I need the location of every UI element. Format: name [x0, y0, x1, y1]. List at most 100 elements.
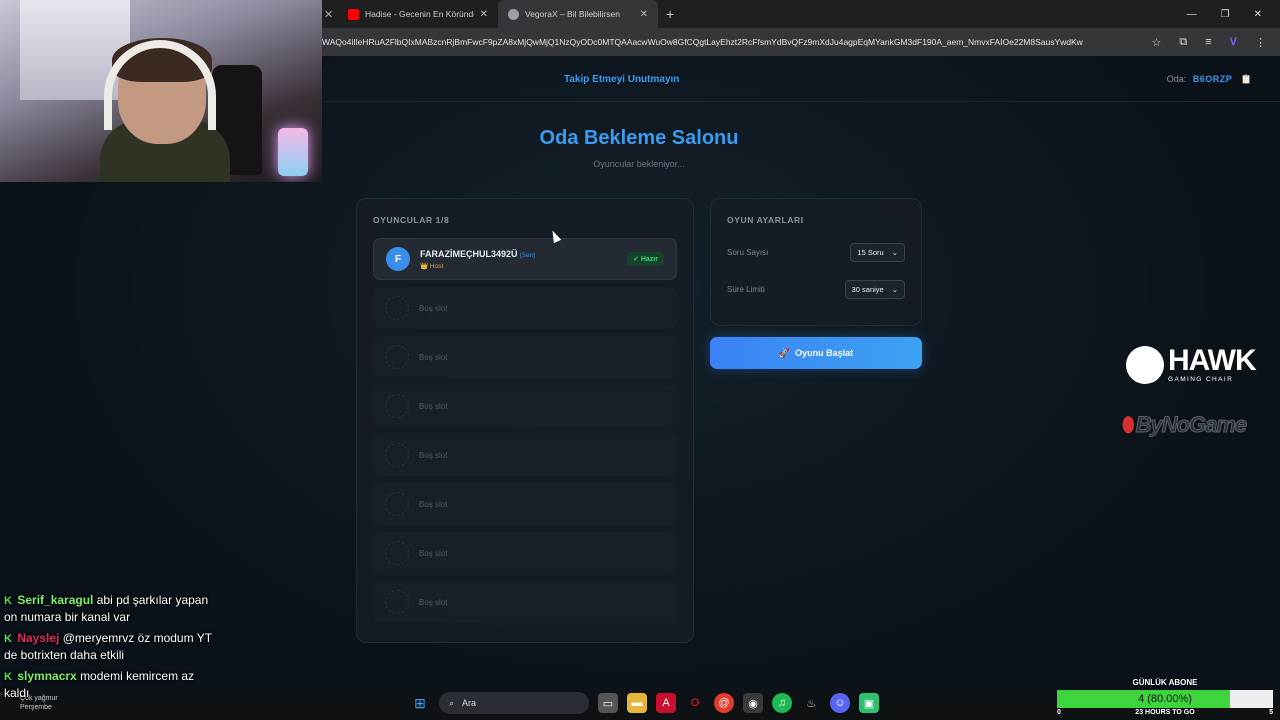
empty-slot-label: Boş slot — [419, 450, 448, 460]
sub-goal-countdown: 23 HOURS TO GO — [1135, 709, 1195, 716]
players-panel: OYUNCULAR 1/8 F FARAZİMEÇHUL3492Ü (Sen) 👑… — [356, 198, 694, 643]
globe-icon — [508, 8, 519, 20]
empty-slot: Boş slot — [373, 581, 677, 623]
adobe-icon[interactable]: A — [656, 693, 676, 713]
room-label: Oda: — [1166, 74, 1187, 84]
empty-slot-label: Boş slot — [419, 303, 448, 313]
page-subtitle: Oyuncular bekleniyor... — [593, 159, 685, 169]
taskbar-search-label: Ara — [462, 698, 477, 708]
time-limit-value: 30 saniye — [851, 285, 884, 294]
url-input[interactable]: WAQo4iIleHRuA2FlbQIxMABzcnRjBmFwcF9pZA8x… — [322, 37, 1142, 47]
tab-hadise[interactable]: Hadise - Gecenin En Köründe ( ✕ — [338, 0, 498, 28]
chevron-down-icon: ⌄ — [891, 248, 898, 257]
profile-icon[interactable]: V — [1230, 36, 1237, 49]
close-icon[interactable]: ✕ — [324, 8, 338, 21]
clipboard-icon[interactable]: 📋 — [1241, 74, 1252, 84]
app-icon[interactable]: @ — [714, 693, 734, 713]
close-icon[interactable]: ✕ — [640, 9, 648, 20]
restore-icon[interactable]: ❐ — [1221, 9, 1230, 20]
hawk-logo: HAWK GAMING CHAIR — [1126, 344, 1257, 384]
player-name: FARAZİMEÇHUL3492Ü — [420, 248, 518, 259]
stream-chat: K Serif_karagul abi pd şarkılar yapan on… — [4, 592, 216, 706]
media-icon[interactable]: ≡ — [1205, 36, 1211, 49]
bynogame-icon: ⬮ — [1122, 413, 1135, 436]
empty-slot: Boş slot — [373, 287, 677, 329]
room-code: B6ORZP — [1192, 74, 1233, 84]
spotify-icon[interactable]: ♫ — [772, 693, 792, 713]
sub-goal-bar: 4 (80.00%) — [1057, 690, 1273, 708]
empty-slot: Boş slot — [373, 336, 677, 378]
player-info: FARAZİMEÇHUL3492Ü (Sen) 👑 Host — [420, 249, 627, 270]
host-badge: 👑 Host — [420, 262, 444, 270]
room-info: Oda: B6ORZP 📋 — [1167, 74, 1252, 85]
start-game-label: Oyunu Başlat — [795, 348, 854, 358]
time-limit-select[interactable]: 30 saniye ⌄ — [844, 280, 905, 299]
hawk-text: HAWK GAMING CHAIR — [1168, 344, 1257, 384]
chrome-icon[interactable]: ◉ — [743, 693, 763, 713]
window-controls: — ❐ ✕ — [1187, 9, 1280, 20]
empty-avatar — [385, 443, 409, 467]
star-icon[interactable]: ☆ — [1152, 36, 1162, 49]
search-icon: ⌕ — [449, 697, 455, 708]
browser-tabbar: ✕ Hadise - Gecenin En Köründe ( ✕ Vegora… — [322, 0, 1280, 28]
hawk-name: HAWK — [1168, 344, 1257, 377]
time-limit-label: Süre Limiti — [727, 285, 765, 294]
tab-vegorax[interactable]: VegoraX – Bil Bilebilirsen ✕ — [498, 0, 658, 28]
windows-start-icon[interactable]: ⊞ — [410, 693, 430, 713]
kick-icon: K — [4, 671, 12, 683]
tab-title: Hadise - Gecenin En Köründe ( — [365, 9, 474, 19]
site-header: Takip Etmeyi Unutmayın Oda: B6ORZP 📋 — [322, 56, 1280, 102]
start-game-button[interactable]: 🚀 Oyunu Başlat — [710, 337, 922, 369]
players-title: OYUNCULAR 1/8 — [373, 215, 450, 225]
ready-badge: ✓ Hazır — [627, 252, 664, 266]
youtube-icon — [348, 8, 359, 20]
time-limit-row: Süre Limiti 30 saniye ⌄ — [727, 280, 905, 299]
bynogame-text: ByNoGame — [1135, 412, 1248, 438]
avatar: F — [386, 247, 410, 271]
empty-avatar — [385, 492, 409, 516]
new-tab-button[interactable]: + — [658, 6, 682, 22]
rocket-icon: 🚀 — [778, 347, 791, 358]
empty-avatar — [385, 541, 409, 565]
empty-slot-label: Boş slot — [419, 597, 448, 607]
minimize-icon[interactable]: — — [1187, 9, 1197, 20]
game-app-icon[interactable]: ▣ — [859, 693, 879, 713]
extensions-icon[interactable]: ⧉ — [1179, 36, 1187, 49]
screen: ✕ Hadise - Gecenin En Köründe ( ✕ Vegora… — [0, 0, 1280, 720]
settings-panel: OYUN AYARLARI Soru Sayısı 15 Soru ⌄ Süre … — [710, 198, 922, 326]
question-count-row: Soru Sayısı 15 Soru ⌄ — [727, 243, 905, 262]
taskbar-search[interactable]: ⌕ Ara — [439, 692, 589, 714]
taskbar-icons: ⊞ ⌕ Ara ▭ ▬ A O @ ◉ ♫ ♨ ☺ ▣ — [410, 692, 879, 714]
task-view-icon[interactable]: ▭ — [598, 693, 618, 713]
file-explorer-icon[interactable]: ▬ — [627, 693, 647, 713]
empty-slot: Boş slot — [373, 483, 677, 525]
chat-username: slymnacrx — [17, 669, 77, 683]
empty-slot-label: Boş slot — [419, 548, 448, 558]
empty-slot: Boş slot — [373, 385, 677, 427]
address-bar: WAQo4iIleHRuA2FlbQIxMABzcnRjBmFwcF9pZA8x… — [322, 28, 1280, 56]
webcam-overlay — [0, 0, 322, 182]
tab-title: VegoraX – Bil Bilebilirsen — [525, 9, 620, 19]
steam-icon[interactable]: ♨ — [801, 693, 821, 713]
menu-icon[interactable]: ⋮ — [1255, 36, 1266, 49]
close-icon[interactable]: ✕ — [480, 9, 488, 20]
discord-icon[interactable]: ☺ — [830, 693, 850, 713]
sub-goal-widget: GÜNLÜK ABONE 4 (80.00%) 0 23 HOURS TO GO… — [1057, 678, 1273, 718]
page-title: Oda Bekleme Salonu — [539, 127, 739, 149]
settings-title: OYUN AYARLARI — [727, 215, 804, 225]
sub-goal-footer: 0 23 HOURS TO GO 5 — [1057, 708, 1273, 718]
opera-icon[interactable]: O — [685, 693, 705, 713]
player-row: F FARAZİMEÇHUL3492Ü (Sen) 👑 Host ✓ Hazır — [373, 238, 677, 280]
question-count-value: 15 Soru — [857, 248, 884, 257]
empty-slot-label: Boş slot — [419, 401, 448, 411]
close-window-icon[interactable]: ✕ — [1254, 9, 1262, 20]
question-count-label: Soru Sayısı — [727, 248, 769, 257]
bynogame-logo: ⬮ ByNoGame — [1122, 412, 1248, 438]
empty-slot-label: Boş slot — [419, 352, 448, 362]
kick-icon: K — [4, 595, 12, 607]
chat-message: K Serif_karagul abi pd şarkılar yapan on… — [4, 592, 216, 625]
webcam-lamp — [278, 128, 308, 176]
empty-avatar — [385, 296, 409, 320]
question-count-select[interactable]: 15 Soru ⌄ — [850, 243, 905, 262]
hawk-subtitle: GAMING CHAIR — [1168, 376, 1234, 383]
